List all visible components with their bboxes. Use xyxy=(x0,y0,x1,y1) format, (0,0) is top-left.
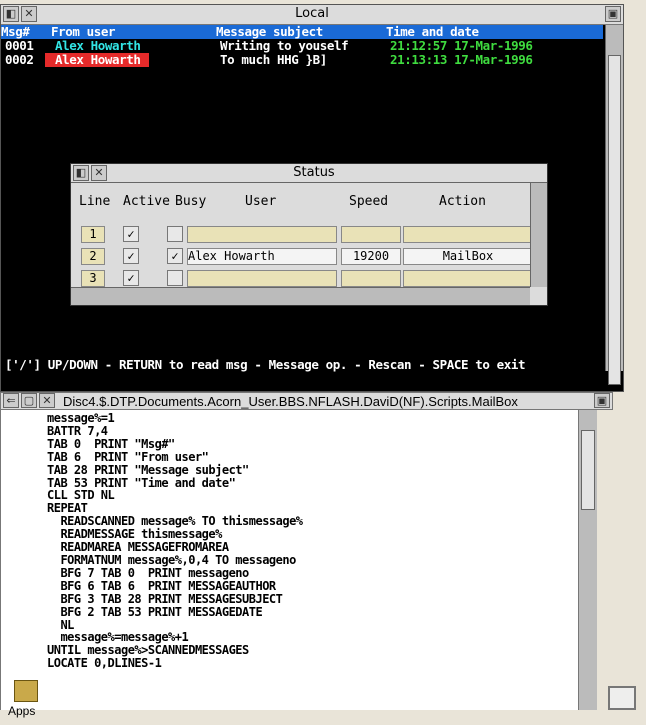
key-help-line: ['/'] UP/DOWN - RETURN to read msg - Mes… xyxy=(5,357,526,372)
col-user: User xyxy=(245,194,277,209)
local-titlebar[interactable]: ◧ ✕ Local ▣ xyxy=(1,5,623,25)
toggle-size-icon[interactable]: ▣ xyxy=(605,6,621,22)
message-list-header: Msg# From user Message subject Time and … xyxy=(1,25,603,39)
status-titlebar[interactable]: ◧ ✕ Status xyxy=(71,164,547,183)
script-line: TAB 28 PRINT "Message subject" xyxy=(47,462,249,477)
speed-field xyxy=(341,226,401,243)
iconbar-icon[interactable] xyxy=(608,686,636,710)
busy-checkbox[interactable]: ✓ xyxy=(167,248,183,264)
line-number: 1 xyxy=(81,226,105,243)
status-window-title: Status xyxy=(293,165,335,180)
script-line: FORMATNUM message%,0,4 TO messageno xyxy=(47,552,296,567)
speed-field xyxy=(341,270,401,287)
line-number: 2 xyxy=(81,248,105,265)
script-line: LOCATE 0,DLINES-1 xyxy=(47,656,162,671)
header-subject: Message subject xyxy=(216,24,323,39)
status-horizontal-scrollbar[interactable] xyxy=(71,287,530,305)
apps-label: Apps xyxy=(8,704,36,718)
script-text-area[interactable]: message%=1 BATTR 7,4 TAB 0 PRINT "Msg#" TAB… xyxy=(0,410,597,710)
apps-icon[interactable]: Apps xyxy=(6,680,46,722)
script-line: TAB 6 PRINT "From user" xyxy=(47,449,209,464)
action-field xyxy=(403,226,533,243)
speed-field: 19200 xyxy=(341,248,401,265)
status-vertical-scrollbar[interactable] xyxy=(530,183,547,287)
busy-checkbox[interactable] xyxy=(167,270,183,286)
header-date: Time and date xyxy=(386,24,479,39)
scroll-thumb[interactable] xyxy=(581,430,595,510)
back-icon[interactable]: ⇐ xyxy=(3,393,19,408)
action-field xyxy=(403,270,533,287)
msg-user: Alex Howarth xyxy=(55,38,141,53)
message-row[interactable]: 0001 Alex Howarth Writing to youself 21:… xyxy=(5,39,603,53)
iconise-icon[interactable]: ▢ xyxy=(21,393,37,408)
col-action: Action xyxy=(439,194,486,209)
script-line: BATTR 7,4 xyxy=(47,423,108,438)
script-line: BFG 2 TAB 53 PRINT MESSAGEDATE xyxy=(47,604,263,619)
folder-icon xyxy=(14,680,38,702)
script-line: BFG 6 TAB 6 PRINT MESSAGEAUTHOR xyxy=(47,578,276,593)
status-window: ◧ ✕ Status Line Active Busy User Speed A… xyxy=(70,163,548,306)
active-checkbox[interactable]: ✓ xyxy=(123,270,139,286)
script-line: TAB 0 PRINT "Msg#" xyxy=(47,436,175,451)
msgnum: 0002 xyxy=(5,52,34,67)
col-active: Active xyxy=(123,194,170,209)
col-speed: Speed xyxy=(349,194,389,209)
busy-checkbox[interactable] xyxy=(167,226,183,242)
script-line: BFG 7 TAB 0 PRINT messageno xyxy=(47,565,249,580)
user-field xyxy=(187,226,337,243)
back-icon[interactable]: ◧ xyxy=(3,6,19,22)
close-icon[interactable]: ✕ xyxy=(21,6,37,22)
col-busy: Busy xyxy=(175,194,207,209)
col-line: Line xyxy=(79,194,111,209)
local-window-title: Local xyxy=(295,6,329,21)
close-icon[interactable]: ✕ xyxy=(39,393,55,408)
user-field: Alex Howarth xyxy=(187,248,337,265)
script-line: message%=1 xyxy=(47,411,115,425)
script-line: BFG 3 TAB 28 PRINT MESSAGESUBJECT xyxy=(47,591,283,606)
editor-window: ⇐ ▢ ✕ Disc4.$.DTP.Documents.Acorn_User.B… xyxy=(0,392,646,725)
editor-titlebar[interactable]: ⇐ ▢ ✕ Disc4.$.DTP.Documents.Acorn_User.B… xyxy=(0,392,613,410)
active-checkbox[interactable]: ✓ xyxy=(123,248,139,264)
scroll-thumb[interactable] xyxy=(608,55,621,385)
message-row-selected[interactable]: 0002 Alex Howarth To much HHG }B] 21:13:… xyxy=(5,53,603,67)
editor-file-path: Disc4.$.DTP.Documents.Acorn_User.BBS.NFL… xyxy=(63,394,518,409)
header-user: From user xyxy=(51,24,116,39)
header-msgnum: Msg# xyxy=(1,24,30,39)
active-checkbox[interactable]: ✓ xyxy=(123,226,139,242)
back-icon[interactable]: ◧ xyxy=(73,165,89,181)
script-source: message%=1 BATTR 7,4 TAB 0 PRINT "Msg#" TAB… xyxy=(47,412,303,670)
user-field xyxy=(187,270,337,287)
msg-date: 21:13:13 17-Mar-1996 xyxy=(390,52,533,67)
msg-date: 21:12:57 17-Mar-1996 xyxy=(390,38,533,53)
line-number: 3 xyxy=(81,270,105,287)
msg-subject: To much HHG }B] xyxy=(220,52,327,67)
msg-user: Alex Howarth xyxy=(45,53,149,67)
msgnum: 0001 xyxy=(5,38,34,53)
close-icon[interactable]: ✕ xyxy=(91,165,107,181)
msg-subject: Writing to youself xyxy=(220,38,349,53)
editor-vertical-scrollbar[interactable] xyxy=(578,410,597,710)
toggle-size-icon[interactable]: ▣ xyxy=(594,393,610,408)
action-field: MailBox xyxy=(403,248,533,265)
local-vertical-scrollbar[interactable] xyxy=(605,25,623,385)
